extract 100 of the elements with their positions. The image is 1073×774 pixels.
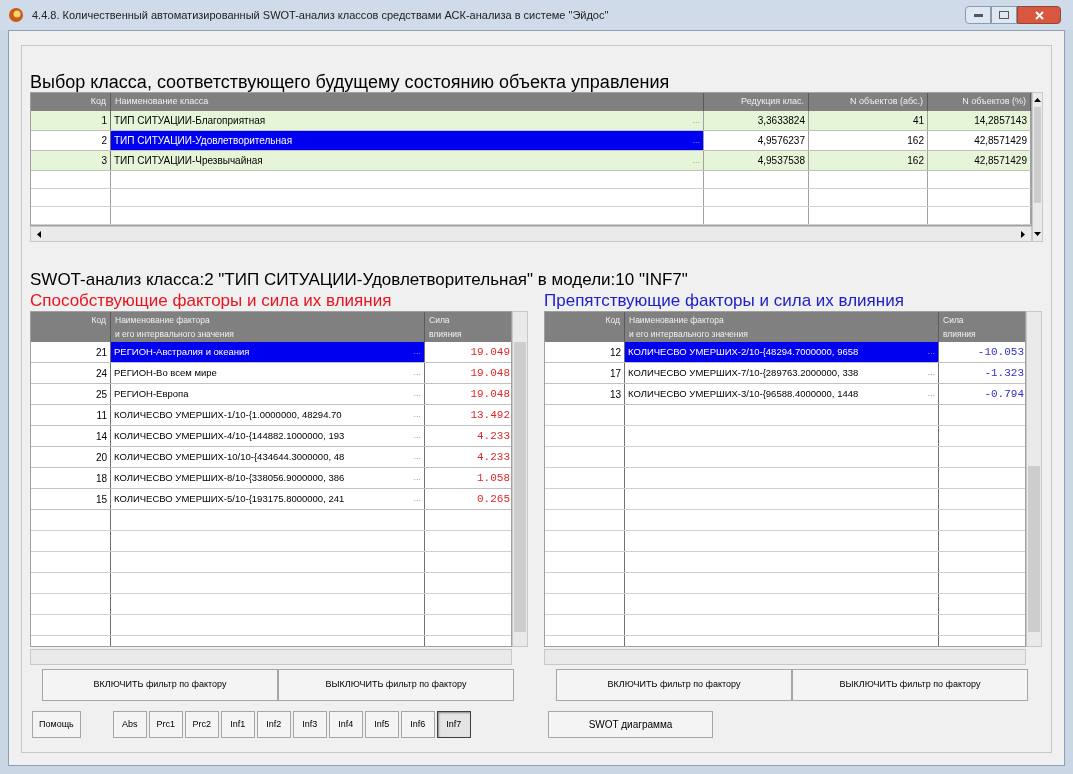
table-cell-text: 4.233: [476, 449, 511, 465]
table-cell: 41: [809, 111, 928, 130]
item-label: РЕГИОН-Европа: [114, 386, 189, 401]
table-cell: 42,8571429: [928, 151, 1031, 170]
table-cell: 17: [545, 363, 625, 383]
horizontal-scrollbar[interactable]: [30, 649, 512, 665]
table-cell: 15: [31, 489, 111, 509]
section-heading: SWOT-анализ класса:2 "ТИП СИТУАЦИИ-Удовлетворительная" в модели:10 "INF7": [30, 270, 689, 289]
more-button[interactable]: ...: [927, 345, 935, 359]
item-label: КОЛИЧЕСВО УМЕРШИХ-5/10-{193175.8000000, 241: [114, 491, 345, 506]
table-cell: 13: [545, 384, 625, 404]
table-cell-text: -10.053: [976, 344, 1025, 360]
minimize-icon: [973, 13, 983, 17]
more-button[interactable]: ...: [692, 133, 700, 148]
scroll-left-icon[interactable]: [37, 230, 41, 238]
list-item[interactable]: ТИП СИТУАЦИИ-Благоприятная ...: [111, 111, 704, 130]
table-cell: 24: [31, 363, 111, 383]
list-item[interactable]: РЕГИОН-Во всем мире ...: [111, 363, 425, 383]
vertical-scrollbar[interactable]: [512, 311, 528, 647]
model-tab[interactable]: Inf5: [364, 711, 399, 738]
swot-diagram-button[interactable]: SWOT диаграмма: [548, 711, 713, 738]
table-cell-text: 13.492: [469, 407, 511, 423]
table-cell-text: 19.048: [469, 365, 511, 381]
model-tab[interactable]: Prc1: [148, 711, 183, 738]
list-item[interactable]: КОЛИЧЕСВО УМЕРШИХ-4/10-{144882.1000000, 193 ...: [111, 426, 425, 446]
filter-button[interactable]: ВЫКЛЮЧИТЬ фильтр по фактору: [278, 669, 514, 701]
item-label: ТИП СИТУАЦИИ-Чрезвычайная: [114, 154, 263, 168]
table-cell: 20: [31, 447, 111, 467]
list-item[interactable]: ТИП СИТУАЦИИ-Чрезвычайная ...: [111, 151, 704, 170]
more-button[interactable]: ...: [413, 345, 421, 359]
table-cell: 1: [31, 111, 111, 130]
item-label: РЕГИОН-Австралия и океания: [114, 344, 250, 359]
table-cell: 25: [31, 384, 111, 404]
horizontal-scrollbar[interactable]: [544, 649, 1026, 665]
list-item[interactable]: КОЛИЧЕСВО УМЕРШИХ-2/10-{48294.7000000, 9658 ...: [625, 342, 939, 362]
scroll-up-icon[interactable]: [1034, 98, 1041, 102]
list-item[interactable]: КОЛИЧЕСВО УМЕРШИХ-3/10-{96588.4000000, 1448 ...: [625, 384, 939, 404]
table-cell-text: 1.058: [476, 470, 511, 486]
help-button[interactable]: Помощь: [32, 711, 81, 738]
list-item[interactable]: РЕГИОН-Австралия и океания ...: [111, 342, 425, 362]
column-header: Код: [31, 312, 111, 342]
close-button[interactable]: [1017, 6, 1061, 24]
model-tab[interactable]: Inf7: [436, 711, 471, 738]
filter-button[interactable]: ВКЛЮЧИТЬ фильтр по фактору: [42, 669, 278, 701]
table-cell: 14,2857143: [928, 111, 1031, 130]
maximize-button[interactable]: [991, 6, 1017, 24]
list-item[interactable]: КОЛИЧЕСВО УМЕРШИХ-1/10-{1.0000000, 48294.70 ...: [111, 405, 425, 425]
table-cell-text: -0.794: [983, 386, 1025, 402]
table-cell-text: -1.323: [983, 365, 1025, 381]
model-tab[interactable]: Inf3: [292, 711, 327, 738]
item-label: КОЛИЧЕСВО УМЕРШИХ-7/10-{289763.2000000, 338: [628, 365, 859, 380]
scroll-down-icon[interactable]: [1034, 232, 1041, 236]
table-cell-text: 4.233: [476, 428, 511, 444]
section-heading: Выбор класса, соответствующего будущему состоянию объекта управления: [30, 72, 671, 92]
table-cell: 11: [31, 405, 111, 425]
vertical-scrollbar[interactable]: [1032, 92, 1043, 242]
model-tab[interactable]: Inf1: [220, 711, 255, 738]
table-cell: 18: [31, 468, 111, 488]
model-tab[interactable]: Prc2: [184, 711, 219, 738]
column-header: Код: [545, 312, 625, 342]
table-cell: 42,8571429: [928, 131, 1031, 150]
table-cell-text: 0.265: [476, 491, 511, 507]
vertical-scrollbar[interactable]: [1026, 311, 1042, 647]
item-label: ТИП СИТУАЦИИ-Благоприятная: [114, 114, 266, 128]
scroll-right-icon[interactable]: [1021, 230, 1025, 238]
table-cell: 3,3633824: [704, 111, 809, 130]
window-title: 4.4.8. Количественный автоматизированный SWOT-анализ классов средствами АСК-анализа в системе "Эйдос": [32, 7, 610, 23]
model-tab[interactable]: Inf6: [400, 711, 435, 738]
table-cell: 4,9537538: [704, 151, 809, 170]
minimize-button[interactable]: [965, 6, 991, 24]
item-label: КОЛИЧЕСВО УМЕРШИХ-8/10-{338056.9000000, 386: [114, 470, 345, 485]
model-tab[interactable]: Inf4: [328, 711, 363, 738]
model-tab[interactable]: Abs: [112, 711, 147, 738]
close-icon: [1034, 10, 1044, 20]
list-item[interactable]: КОЛИЧЕСВО УМЕРШИХ-10/10-{434644.3000000, 48 ...: [111, 447, 425, 467]
section-subheading: Способствующие факторы и сила их влияния: [30, 291, 393, 311]
list-item[interactable]: КОЛИЧЕСВО УМЕРШИХ-8/10-{338056.9000000, 386 ...: [111, 468, 425, 488]
table-cell: 162: [809, 151, 928, 170]
section-subheading: Препятствующие факторы и сила их влияния: [544, 291, 905, 311]
table-cell-text: 19.049: [469, 344, 511, 360]
table-cell: 162: [809, 131, 928, 150]
table-cell: 14: [31, 426, 111, 446]
filter-button[interactable]: ВЫКЛЮЧИТЬ фильтр по фактору: [792, 669, 1028, 701]
app-icon: [8, 7, 24, 23]
item-label: ТИП СИТУАЦИИ-Удовлетворительная: [114, 134, 293, 148]
item-label: КОЛИЧЕСВО УМЕРШИХ-4/10-{144882.1000000, 193: [114, 428, 345, 443]
table-cell: 4,9576237: [704, 131, 809, 150]
item-label: РЕГИОН-Во всем мире: [114, 365, 217, 380]
list-item[interactable]: ТИП СИТУАЦИИ-Удовлетворительная ...: [111, 131, 704, 150]
table-cell: 3: [31, 151, 111, 170]
list-item[interactable]: РЕГИОН-Европа ...: [111, 384, 425, 404]
maximize-icon: [999, 11, 1009, 19]
item-label: КОЛИЧЕСВО УМЕРШИХ-10/10-{434644.3000000, 48: [114, 449, 345, 464]
list-item[interactable]: КОЛИЧЕСВО УМЕРШИХ-7/10-{289763.2000000, 338 ...: [625, 363, 939, 383]
filter-button[interactable]: ВКЛЮЧИТЬ фильтр по фактору: [556, 669, 792, 701]
table-cell-text: 19.048: [469, 386, 511, 402]
item-label: КОЛИЧЕСВО УМЕРШИХ-1/10-{1.0000000, 48294.70: [114, 407, 342, 422]
model-tab[interactable]: Inf2: [256, 711, 291, 738]
item-label: КОЛИЧЕСВО УМЕРШИХ-2/10-{48294.7000000, 9658: [628, 344, 859, 359]
list-item[interactable]: КОЛИЧЕСВО УМЕРШИХ-5/10-{193175.8000000, 241 ...: [111, 489, 425, 509]
